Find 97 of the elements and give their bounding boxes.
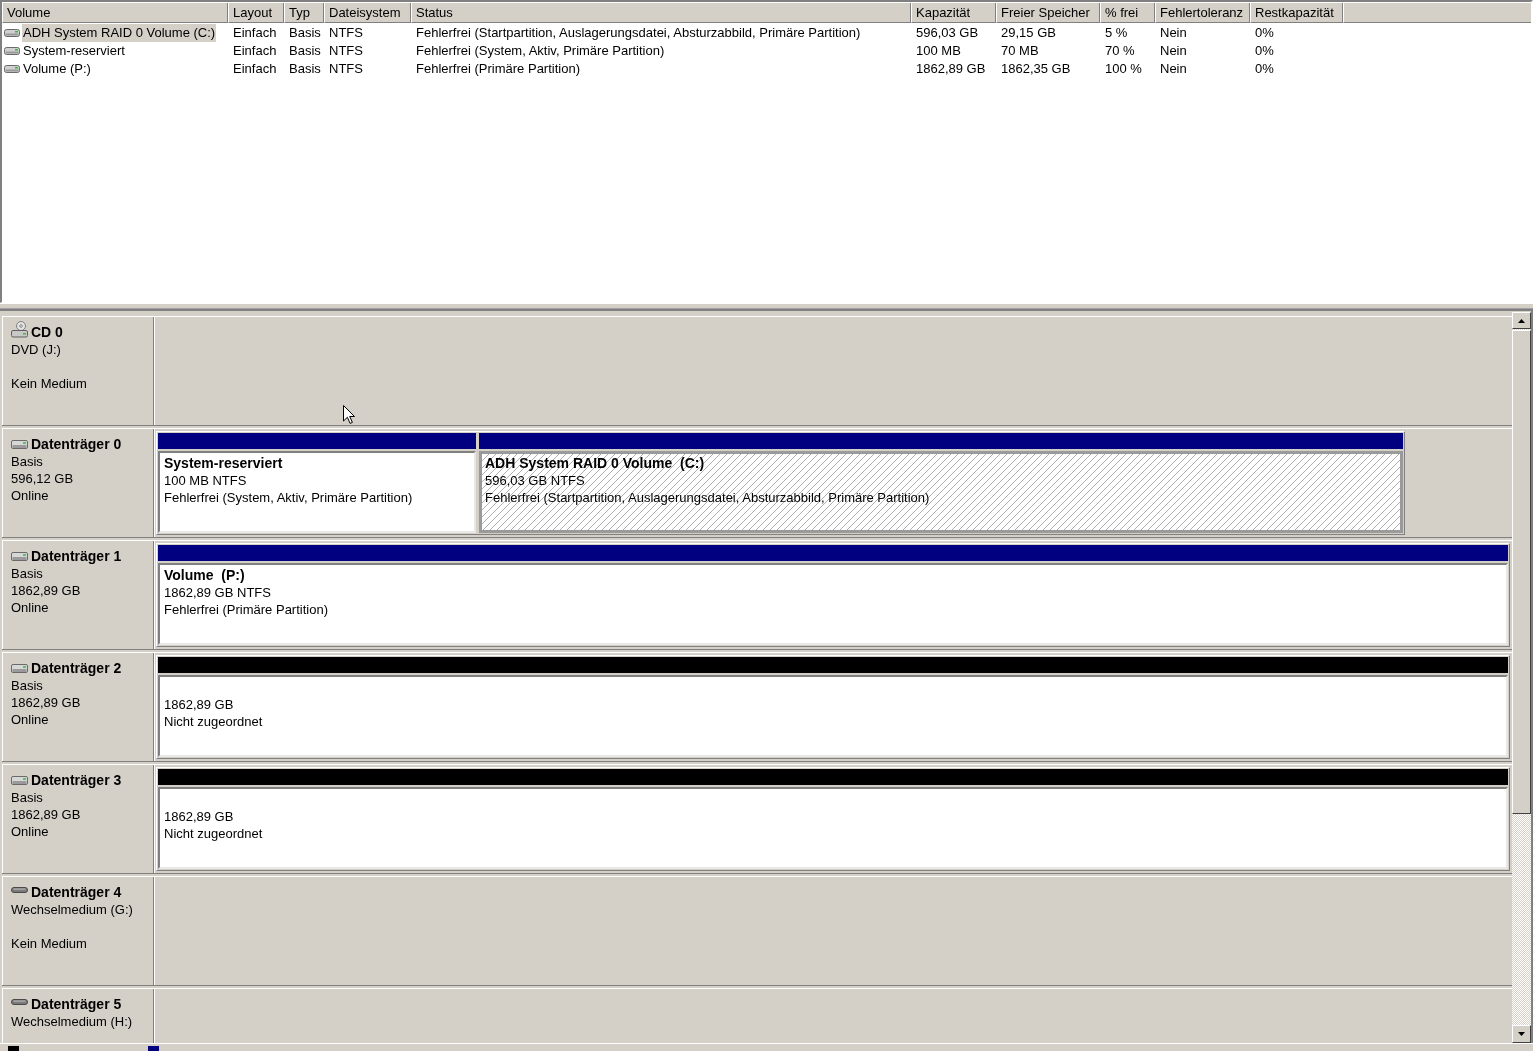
column-header[interactable]: Fehlertoleranz — [1155, 3, 1250, 23]
disk-size: 1862,89 GB — [11, 582, 82, 599]
table-cell-text: NTFS — [328, 60, 364, 78]
table-cell-text: Nein — [1159, 60, 1188, 78]
partition-status: Fehlerfrei (Startpartition, Auslagerungsdatei, Absturzabbild, Primäre Partition) — [485, 489, 931, 506]
partition-block[interactable]: System-reserviert 100 MB NTFS Fehlerfrei (System, Aktiv, Primäre Partition) — [158, 451, 476, 533]
partition-status: Fehlerfrei (Primäre Partition) — [164, 601, 329, 618]
table-cell-text: Fehlerfrei (System, Aktiv, Primäre Partition) — [415, 42, 666, 60]
table-cell-text: NTFS — [328, 24, 364, 42]
partition-block[interactable]: ADH System RAID 0 Volume (C:) 596,03 GB NTFS Fehlerfrei (Startpartition, Auslagerungsdatei, Absturzabbild, Primäre Partition) — [479, 451, 1403, 533]
disk-status: Online — [11, 823, 50, 840]
table-cell-text: 100 MB — [915, 42, 962, 60]
table-cell-text: 1862,89 GB — [915, 60, 987, 78]
disk-name: Datenträger 3 — [31, 772, 122, 788]
partition-name: Volume (P:) — [164, 566, 246, 584]
partition-status: Fehlerfrei (System, Aktiv, Primäre Partition) — [164, 489, 414, 506]
up-triangle-icon — [1518, 318, 1525, 323]
hard-drive-icon — [11, 775, 28, 785]
partition-status: Nicht zugeordnet — [164, 825, 264, 842]
column-header[interactable]: Freier Speicher — [996, 3, 1100, 23]
down-triangle-icon — [1518, 1032, 1525, 1036]
hard-drive-icon — [11, 663, 28, 673]
column-header[interactable]: Status — [411, 3, 911, 23]
table-cell-text: 0% — [1254, 24, 1275, 42]
table-cell-text: Fehlerfrei (Primäre Partition) — [415, 60, 581, 78]
table-cell-text: Nein — [1159, 42, 1188, 60]
hard-drive-icon — [11, 439, 28, 449]
table-cell-text: Nein — [1159, 24, 1188, 42]
column-header[interactable]: Restkapazität — [1250, 3, 1343, 23]
table-cell-text: 596,03 GB — [915, 24, 980, 42]
disk-size: 596,12 GB — [11, 470, 75, 487]
table-cell-text: 70 MB — [1000, 42, 1040, 60]
partition-size: 596,03 GB NTFS — [485, 472, 586, 489]
disk-name: Datenträger 4 — [31, 884, 122, 900]
disk-type: Wechselmedium (H:) — [11, 1013, 134, 1030]
disk-status: Kein Medium — [11, 375, 88, 392]
disk-name: CD 0 — [31, 324, 63, 340]
disk-type: Basis — [11, 677, 44, 694]
partition-size: 1862,89 GB — [164, 696, 235, 713]
partition-size: 1862,89 GB NTFS — [164, 584, 272, 601]
partition-block[interactable]: Volume (P:) 1862,89 GB NTFS Fehlerfrei (Primäre Partition) — [158, 563, 1508, 645]
hard-drive-icon — [11, 551, 28, 561]
column-header[interactable]: Kapazität — [911, 3, 996, 23]
table-cell-text: Basis — [288, 42, 322, 60]
partition-size: 100 MB NTFS — [164, 472, 248, 489]
table-cell-text: 5 % — [1104, 24, 1129, 42]
scroll-up-button[interactable] — [1512, 312, 1531, 329]
table-cell-text: 100 % — [1104, 60, 1143, 78]
table-cell-text: 70 % — [1104, 42, 1136, 60]
table-cell-text: Basis — [288, 60, 322, 78]
table-cell-text: 29,15 GB — [1000, 24, 1057, 42]
disk-status: Online — [11, 711, 50, 728]
partition-block[interactable]: 1862,89 GB Nicht zugeordnet — [158, 675, 1508, 757]
column-header[interactable]: % frei — [1100, 3, 1155, 23]
column-header[interactable]: Typ — [284, 3, 324, 23]
table-cell-text: Basis — [288, 24, 322, 42]
partition-name: System-reserviert — [164, 454, 284, 472]
scrollbar-thumb[interactable] — [1512, 330, 1531, 814]
cd-drive-icon — [11, 320, 28, 338]
disk-type: Basis — [11, 565, 44, 582]
scroll-down-button[interactable] — [1512, 1025, 1531, 1043]
column-header[interactable]: Volume — [2, 3, 228, 23]
disk-size: 1862,89 GB — [11, 694, 82, 711]
drive-icon — [4, 46, 20, 56]
removable-drive-icon — [11, 887, 28, 893]
drive-icon — [4, 64, 20, 74]
disk-status: Online — [11, 487, 50, 504]
table-cell[interactable]: ADH System RAID 0 Volume (C:) — [22, 24, 217, 42]
drive-icon — [4, 28, 20, 38]
disk-type: Basis — [11, 453, 44, 470]
disk-type: DVD (J:) — [11, 341, 62, 358]
disk-status: Kein Medium — [11, 935, 88, 952]
table-cell-text: Einfach — [232, 42, 278, 60]
disk-type: Basis — [11, 789, 44, 806]
table-cell-text: 0% — [1254, 60, 1275, 78]
table-cell-text: 1862,35 GB — [1000, 60, 1072, 78]
table-cell[interactable]: Volume (P:) — [22, 60, 92, 78]
removable-drive-icon — [11, 999, 28, 1005]
disk-name: Datenträger 5 — [31, 996, 122, 1012]
table-cell-text: Fehlerfrei (Startpartition, Auslagerungsdatei, Absturzabbild, Primäre Partition) — [415, 24, 862, 42]
disk-name: Datenträger 1 — [31, 548, 122, 564]
disk-name: Datenträger 2 — [31, 660, 122, 676]
table-cell[interactable]: System-reserviert — [22, 42, 126, 60]
table-cell-text: Einfach — [232, 24, 278, 42]
partition-size: 1862,89 GB — [164, 808, 235, 825]
disk-type: Wechselmedium (G:) — [11, 901, 134, 918]
table-cell-text: Einfach — [232, 60, 278, 78]
table-cell-text: 0% — [1254, 42, 1275, 60]
partition-block[interactable]: 1862,89 GB Nicht zugeordnet — [158, 787, 1508, 869]
disk-name: Datenträger 0 — [31, 436, 122, 452]
column-header[interactable]: Layout — [228, 3, 284, 23]
partition-status: Nicht zugeordnet — [164, 713, 264, 730]
table-cell-text: NTFS — [328, 42, 364, 60]
disk-status: Online — [11, 599, 50, 616]
column-header[interactable]: Dateisystem — [324, 3, 411, 23]
disk-size: 1862,89 GB — [11, 806, 82, 823]
partition-name: ADH System RAID 0 Volume (C:) — [485, 454, 706, 472]
